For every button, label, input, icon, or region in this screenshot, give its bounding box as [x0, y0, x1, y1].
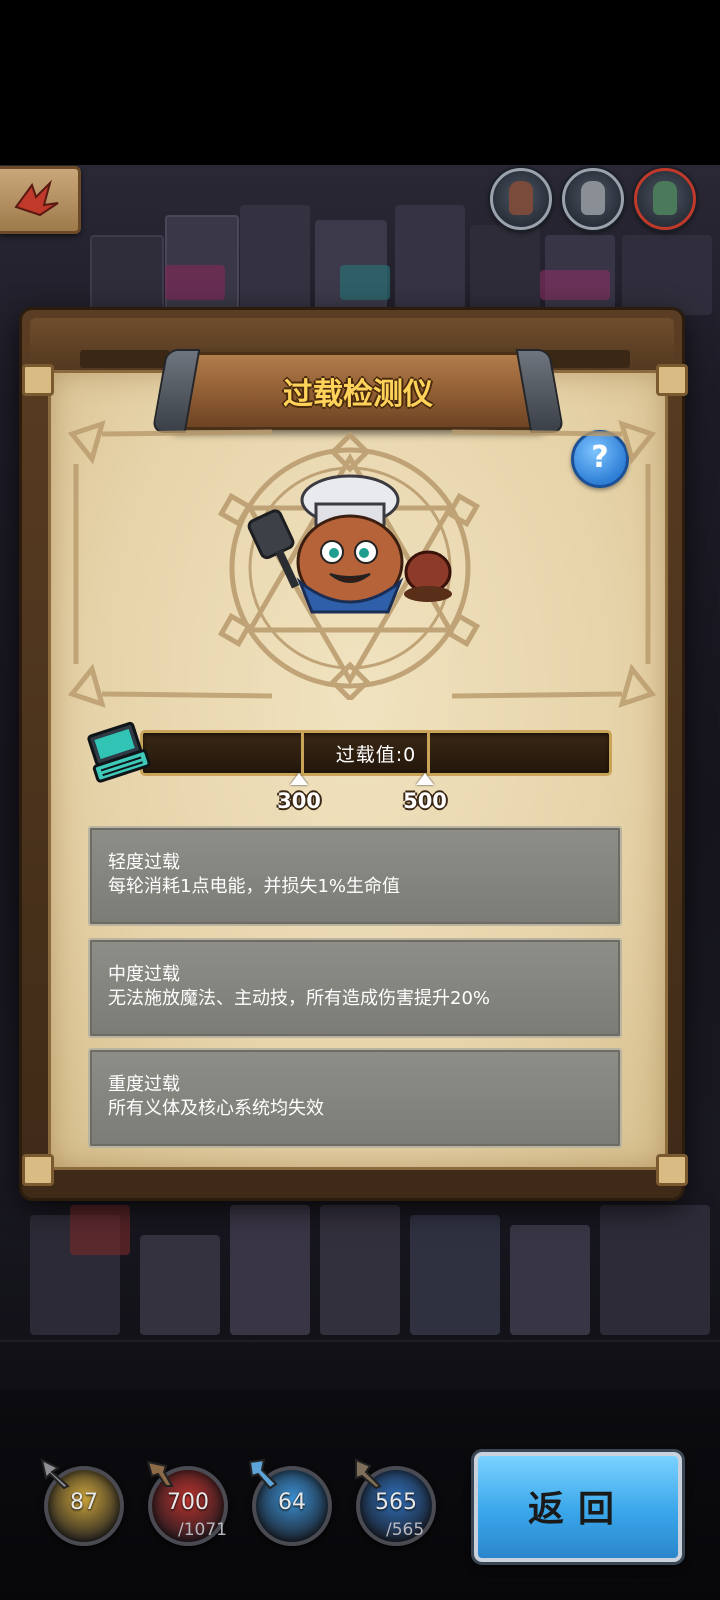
magic-stat-icon: [248, 1458, 278, 1490]
attack-stat-orb: 87: [40, 1458, 124, 1546]
threshold-arrow-icon: [290, 773, 308, 785]
health-max: /1071: [178, 1520, 227, 1540]
level-description: 无法施放魔法、主动技，所有造成伤害提升20%: [108, 988, 491, 1009]
panel-corner-ornament: [22, 364, 54, 396]
winged-emblem-icon: [14, 179, 59, 217]
overload-level-medium: 中度过载 无法施放魔法、主动技，所有造成伤害提升20%: [88, 938, 622, 1038]
threshold-arrow-icon: [416, 773, 434, 785]
panel-title: 过载检测仪: [283, 377, 433, 412]
energy-max: /565: [386, 1520, 425, 1540]
energy-value: 565: [375, 1490, 417, 1515]
level-name: 轻度过载: [108, 852, 180, 873]
panel-corner-ornament: [656, 364, 688, 396]
health-stat-icon: [146, 1460, 174, 1487]
level-name: 中度过载: [108, 964, 180, 985]
return-button-label: 返回: [527, 1489, 628, 1530]
panel-corner-ornament: [656, 1154, 688, 1186]
health-value: 700: [167, 1490, 209, 1515]
overload-threshold-marker: 500: [395, 773, 455, 813]
level-name: 重度过载: [108, 1074, 180, 1095]
threshold-value: 500: [403, 789, 447, 813]
overload-meter: 过载值:0: [140, 730, 612, 776]
robot-avatar-icon: [581, 181, 605, 215]
overload-level-heavy: 重度过载 所有义体及核心系统均失效: [88, 1048, 622, 1148]
chef-blob-character-icon: [247, 474, 452, 614]
laptop-detector-icon: [87, 721, 151, 783]
level-description: 所有义体及核心系统均失效: [108, 1098, 324, 1119]
warrior-avatar-icon: [509, 181, 533, 215]
attack-value: 87: [70, 1490, 98, 1515]
attack-stat-icon: [40, 1458, 70, 1490]
threshold-value: 300: [277, 789, 321, 813]
panel-corner-ornament: [22, 1154, 54, 1186]
overload-value-label: 过载值:0: [335, 744, 417, 766]
level-description: 每轮消耗1点电能，并损失1%生命值: [108, 876, 401, 897]
magic-value: 64: [278, 1490, 306, 1515]
party-member-portrait-2[interactable]: [562, 168, 624, 230]
overload-threshold-marker: 300: [269, 773, 329, 813]
party-member-portrait-1[interactable]: [490, 168, 552, 230]
map-button[interactable]: [0, 166, 81, 234]
goblin-avatar-icon: [653, 181, 677, 215]
magic-stat-orb: 64: [248, 1458, 332, 1546]
overload-level-light: 轻度过载 每轮消耗1点电能，并损失1%生命值: [88, 826, 622, 926]
energy-stat-orb: 565 /565: [355, 1458, 436, 1546]
return-button[interactable]: 返回: [474, 1452, 682, 1562]
health-stat-orb: 700 /1071: [146, 1460, 228, 1546]
energy-stat-icon: [355, 1458, 382, 1490]
party-member-portrait-3[interactable]: [634, 168, 696, 230]
